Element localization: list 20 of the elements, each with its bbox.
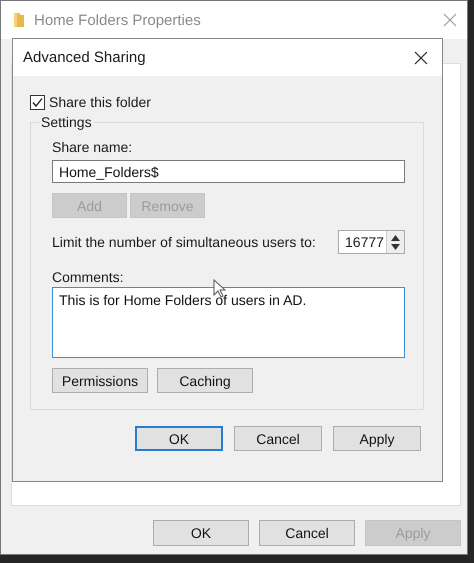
dialog-button[interactable]: OK — [135, 426, 223, 451]
checkbox-label: Share this folder — [49, 94, 151, 110]
window-title: Home Folders Properties — [34, 12, 202, 28]
share-name-label: Share name: — [52, 139, 134, 155]
dialog-title: Advanced Sharing — [23, 49, 147, 66]
dialog-button[interactable]: Cancel — [234, 426, 322, 451]
group-title: Settings — [39, 114, 94, 130]
comments-label: Comments: — [52, 269, 125, 285]
permissions-button[interactable]: Permissions — [52, 368, 148, 393]
comments-field[interactable]: This is for Home Folders of users in AD. — [52, 287, 405, 358]
dialog-button[interactable]: OK — [153, 520, 249, 546]
limit-label: Limit the number of simultaneous users to: — [52, 234, 316, 250]
share-name-field[interactable]: Home_Folders$ — [52, 160, 405, 183]
close-icon[interactable] — [414, 50, 428, 64]
dialog-button[interactable]: Apply — [333, 426, 421, 451]
user-limit-spinner[interactable]: 16777 — [338, 230, 405, 254]
dialog-button[interactable]: Cancel — [259, 520, 355, 546]
caching-button[interactable]: Caching — [157, 368, 253, 393]
checkbox[interactable] — [30, 94, 45, 110]
folder-icon — [13, 12, 25, 28]
